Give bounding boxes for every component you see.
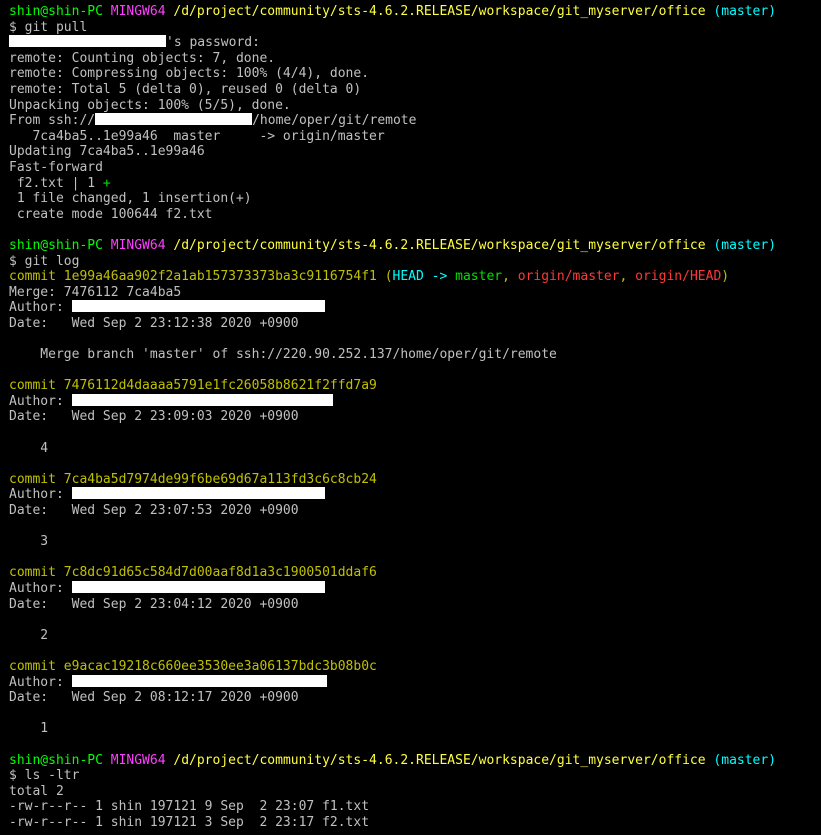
date-line: Date: Wed Sep 2 23:07:53 2020 +0900 [9,503,299,518]
commit-hash-line: commit 1e99a46aa902f2a1ab157373373ba3c91… [9,269,821,285]
commit-message: 2 [9,627,49,643]
from-suffix: /home/oper/git/remote [252,113,417,129]
redacted-block [71,487,325,500]
author-line: Author: [9,300,821,316]
output-line: remote: Compressing objects: 100% (4/4),… [9,66,370,82]
from-prefix: From ssh:// [9,113,96,129]
ref-head: HEAD -> [392,269,456,285]
output-line: remote: Total 5 (delta 0), reused 0 (del… [9,81,362,97]
scrollbar[interactable] [817,0,821,835]
date-line: Date: Wed Sep 2 23:09:03 2020 +0900 [9,409,299,425]
from-line: From ssh:// /home/oper/git/remote [9,113,821,129]
ref-separator: , [619,269,636,285]
redacted-block [71,580,325,593]
prompt-line: shin@shin-PC MINGW64 /d/project/communit… [9,753,821,769]
ref-paren: ( [384,269,393,285]
redacted-block [71,674,327,687]
output-line: Updating 7ca4ba5..1e99a46 [9,144,205,160]
commit-hash: commit 7c8dc91d65c584d7d00aaf8d1a3c19005… [9,565,377,581]
prompt-user-host: shin@shin-PC [9,752,103,768]
terminal-window[interactable]: shin@shin-PC MINGW64 /d/project/communit… [0,0,821,835]
password-prompt: 's password: [9,35,821,51]
ref-origin-master: origin/master [517,269,620,285]
output-line: Unpacking objects: 100% (5/5), done. [9,97,291,113]
prompt-path: /d/project/community/sts-4.6.2.RELEASE/w… [173,752,706,768]
prompt-branch: (master) [713,752,777,768]
ref-paren: ) [721,269,730,285]
commit-message: 3 [9,534,49,550]
date-line: Date: Wed Sep 2 08:12:17 2020 +0900 [9,690,299,706]
diffstat-plus: + [102,175,111,191]
redacted-block [71,300,325,313]
output-line: 1 file changed, 1 insertion(+) [9,191,252,207]
author-label: Author: [9,487,72,503]
file-listing-row: -rw-r--r-- 1 shin 197121 3 Sep 2 23:17 f… [9,814,370,830]
prompt-branch: (master) [713,237,777,253]
output-line: 7ca4ba5..1e99a46 master -> origin/master [9,128,385,144]
redacted-block [95,113,253,126]
commit-message: Merge branch 'master' of ssh://220.90.25… [9,347,557,363]
ref-origin-head: HEAD [689,269,722,285]
output-line: remote: Counting objects: 7, done. [9,50,276,66]
command-line: $ git pull [9,19,88,35]
date-line: Date: Wed Sep 2 23:12:38 2020 +0900 [9,315,299,331]
prompt-shell: MINGW64 [110,752,166,768]
diffstat-line: f2.txt | 1 + [9,176,821,192]
prompt-path: /d/project/community/sts-4.6.2.RELEASE/w… [173,237,706,253]
merge-line: Merge: 7476112 7ca4ba5 [9,284,182,300]
output-line: create mode 100644 f2.txt [9,206,213,222]
date-line: Date: Wed Sep 2 23:04:12 2020 +0900 [9,596,299,612]
commit-hash: commit 7476112d4daaaa5791e1fc26058b8621f… [9,378,377,394]
ref-master: master [455,269,503,285]
prompt-line: shin@shin-PC MINGW64 /d/project/communit… [9,238,821,254]
file-listing-row: -rw-r--r-- 1 shin 197121 9 Sep 2 23:07 f… [9,799,370,815]
redacted-block [9,35,166,48]
author-line: Author: [9,580,821,597]
output-line: total 2 [9,783,64,799]
prompt-shell: MINGW64 [110,4,166,19]
ref-origin: origin/ [635,269,690,285]
prompt-line: shin@shin-PC MINGW64 /d/project/communit… [9,4,821,20]
author-line: Author: [9,674,821,691]
author-label: Author: [9,674,72,690]
commit-hash: commit 1e99a46aa902f2a1ab157373373ba3c91… [9,269,385,285]
password-suffix: 's password: [166,35,260,51]
ref-separator: , [502,269,518,285]
author-label: Author: [9,580,72,596]
author-label: Author: [9,300,72,316]
commit-hash: commit 7ca4ba5d7974de99f6be69d67a113fd3c… [9,471,377,487]
prompt-branch: (master) [713,4,777,19]
author-line: Author: [9,487,821,503]
commit-message: 4 [9,440,49,456]
command-line: $ ls -ltr [9,768,80,784]
command-line: $ git log [9,253,80,269]
commit-hash: commit e9acac19218c660ee3530ee3a06137bdc… [9,658,377,674]
output-line: Fast-forward [9,159,103,175]
prompt-shell: MINGW64 [110,237,166,253]
commit-message: 1 [9,721,49,737]
author-label: Author: [9,393,72,409]
prompt-path: /d/project/community/sts-4.6.2.RELEASE/w… [173,4,706,19]
author-line: Author: [9,393,821,410]
prompt-user-host: shin@shin-PC [9,4,103,19]
redacted-block [71,393,333,406]
prompt-user-host: shin@shin-PC [9,237,103,253]
diffstat-file: f2.txt | 1 [9,175,103,191]
